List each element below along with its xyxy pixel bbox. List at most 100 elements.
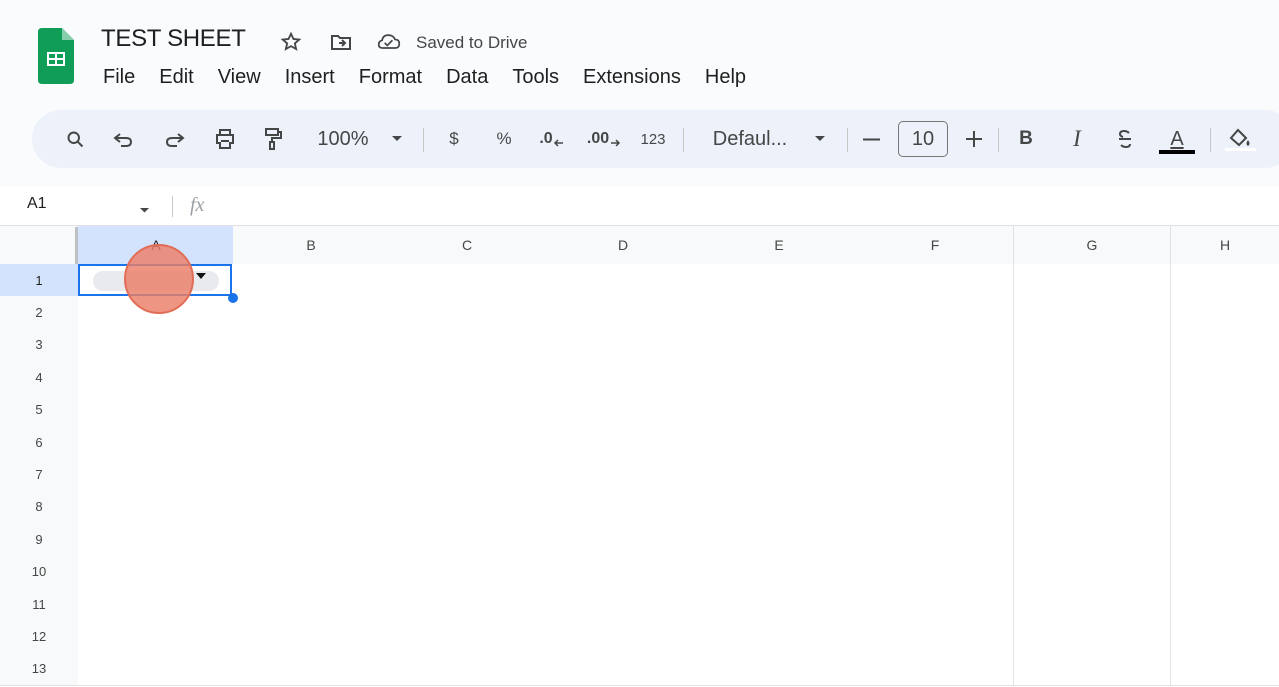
dropdown-arrow-icon[interactable] <box>196 273 206 279</box>
cell-e4[interactable] <box>701 361 858 395</box>
column-header-b[interactable]: B <box>233 226 390 265</box>
cell-d10[interactable] <box>545 555 702 589</box>
cell-g4[interactable] <box>1014 361 1171 395</box>
menu-format[interactable]: Format <box>359 66 422 89</box>
cell-f6[interactable] <box>857 426 1014 460</box>
cell-e9[interactable] <box>701 523 858 557</box>
cell-e3[interactable] <box>701 328 858 363</box>
row-header-5[interactable]: 5 <box>0 393 79 427</box>
cell-h9[interactable] <box>1171 523 1279 557</box>
cell-h5[interactable] <box>1171 393 1279 427</box>
cell-d5[interactable] <box>545 393 702 427</box>
cell-d3[interactable] <box>545 328 702 363</box>
cell-b10[interactable] <box>233 555 390 589</box>
cell-d13[interactable] <box>545 652 702 687</box>
cell-g8[interactable] <box>1014 490 1171 525</box>
cell-c10[interactable] <box>389 555 546 589</box>
cell-b13[interactable] <box>233 652 390 687</box>
paint-format-icon[interactable] <box>258 110 288 168</box>
cell-f8[interactable] <box>857 490 1014 525</box>
cell-g13[interactable] <box>1014 652 1171 687</box>
cell-b11[interactable] <box>233 588 390 622</box>
cell-h4[interactable] <box>1171 361 1279 395</box>
cell-f9[interactable] <box>857 523 1014 557</box>
cell-f4[interactable] <box>857 361 1014 395</box>
cell-c8[interactable] <box>389 490 546 525</box>
menu-view[interactable]: View <box>218 66 261 89</box>
cell-a6[interactable] <box>78 426 235 460</box>
row-header-7[interactable]: 7 <box>0 458 79 492</box>
menu-extensions[interactable]: Extensions <box>583 66 681 89</box>
menu-insert[interactable]: Insert <box>285 66 335 89</box>
column-header-e[interactable]: E <box>701 226 858 265</box>
cell-g1[interactable] <box>1014 264 1171 298</box>
row-header-6[interactable]: 6 <box>0 426 79 460</box>
cell-b1[interactable] <box>233 264 390 298</box>
cell-h10[interactable] <box>1171 555 1279 589</box>
menu-edit[interactable]: Edit <box>159 66 193 89</box>
move-folder-icon[interactable] <box>329 30 353 54</box>
cell-b8[interactable] <box>233 490 390 525</box>
font-family-dropdown-icon[interactable] <box>810 110 830 168</box>
cell-e8[interactable] <box>701 490 858 525</box>
cell-c1[interactable] <box>389 264 546 298</box>
strikethrough-icon[interactable] <box>1111 110 1139 168</box>
cell-d6[interactable] <box>545 426 702 460</box>
cell-f12[interactable] <box>857 620 1014 654</box>
cell-d11[interactable] <box>545 588 702 622</box>
cell-d7[interactable] <box>545 458 702 492</box>
column-header-c[interactable]: C <box>389 226 546 265</box>
cell-h8[interactable] <box>1171 490 1279 525</box>
cell-g9[interactable] <box>1014 523 1171 557</box>
cell-c2[interactable] <box>389 296 546 330</box>
name-box[interactable]: A1 <box>27 195 47 213</box>
text-color-button[interactable]: A <box>1155 110 1199 168</box>
bold-button[interactable]: B <box>1014 110 1038 168</box>
cell-a11[interactable] <box>78 588 235 622</box>
cell-d1[interactable] <box>545 264 702 298</box>
cell-b3[interactable] <box>233 328 390 363</box>
sheets-logo[interactable] <box>38 28 74 84</box>
cell-a8[interactable] <box>78 490 235 525</box>
cell-h1[interactable] <box>1171 264 1279 298</box>
cell-h11[interactable] <box>1171 588 1279 622</box>
cell-d12[interactable] <box>545 620 702 654</box>
cell-a7[interactable] <box>78 458 235 492</box>
search-icon[interactable] <box>60 110 90 168</box>
cell-c3[interactable] <box>389 328 546 363</box>
function-icon[interactable]: fx <box>190 194 204 217</box>
row-header-11[interactable]: 11 <box>0 588 79 622</box>
menu-help[interactable]: Help <box>705 66 746 89</box>
star-icon[interactable] <box>279 30 303 54</box>
currency-format-button[interactable]: $ <box>440 110 468 168</box>
cell-c7[interactable] <box>389 458 546 492</box>
cell-h2[interactable] <box>1171 296 1279 330</box>
cell-b12[interactable] <box>233 620 390 654</box>
cell-h6[interactable] <box>1171 426 1279 460</box>
cell-b7[interactable] <box>233 458 390 492</box>
redo-icon[interactable] <box>160 110 190 168</box>
cell-c5[interactable] <box>389 393 546 427</box>
cell-g5[interactable] <box>1014 393 1171 427</box>
cell-e2[interactable] <box>701 296 858 330</box>
cell-f11[interactable] <box>857 588 1014 622</box>
cell-c13[interactable] <box>389 652 546 687</box>
italic-button[interactable]: I <box>1065 110 1089 168</box>
cell-b2[interactable] <box>233 296 390 330</box>
column-header-h[interactable]: H <box>1171 226 1279 265</box>
cell-c4[interactable] <box>389 361 546 395</box>
cell-g12[interactable] <box>1014 620 1171 654</box>
cell-a13[interactable] <box>78 652 235 687</box>
cell-e11[interactable] <box>701 588 858 622</box>
cell-e12[interactable] <box>701 620 858 654</box>
column-header-d[interactable]: D <box>545 226 702 265</box>
row-header-4[interactable]: 4 <box>0 361 79 395</box>
cloud-saved-icon[interactable] <box>377 30 401 54</box>
cell-a12[interactable] <box>78 620 235 654</box>
document-title[interactable]: TEST SHEET <box>101 25 246 53</box>
formula-input[interactable] <box>226 191 1266 221</box>
font-family-select[interactable]: Defaul... <box>706 110 794 168</box>
cell-e10[interactable] <box>701 555 858 589</box>
print-icon[interactable] <box>210 110 240 168</box>
cell-g3[interactable] <box>1014 328 1171 363</box>
